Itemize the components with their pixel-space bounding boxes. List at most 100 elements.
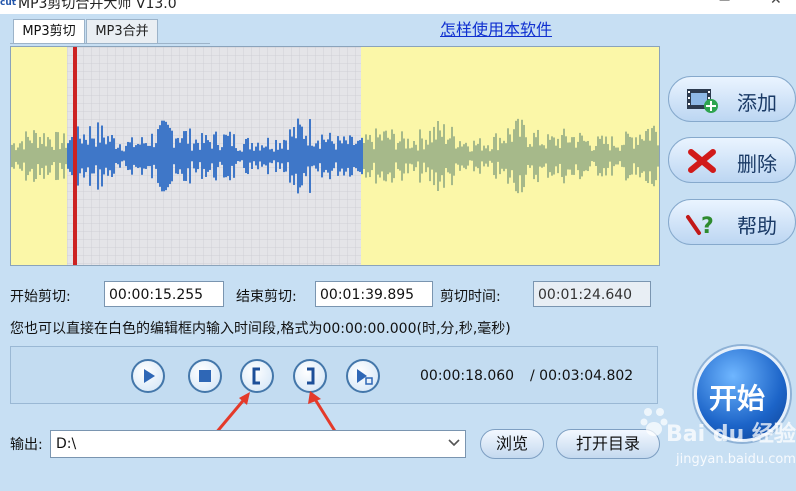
waveform-bar: [141, 137, 143, 175]
help-button[interactable]: ? 帮助: [668, 199, 796, 245]
waveform-bar: [281, 148, 283, 164]
waveform-bar: [45, 146, 47, 166]
waveform-bar: [587, 140, 589, 172]
add-button[interactable]: 添加: [668, 76, 796, 122]
close-icon[interactable]: ✕: [770, 0, 782, 8]
stop-icon: [199, 370, 211, 382]
minimize-icon[interactable]: −: [718, 0, 731, 9]
waveform-bar: [103, 137, 105, 175]
waveform-bar: [215, 131, 217, 181]
waveform-bar: [109, 141, 111, 171]
waveform-bar: [439, 130, 441, 182]
waveform-bar: [69, 140, 71, 172]
waveform-bar: [253, 150, 255, 162]
play-button[interactable]: [131, 359, 165, 393]
waveform-bar: [147, 145, 149, 167]
waveform-bar: [161, 120, 163, 192]
bracket-open-icon: [252, 367, 260, 385]
waveform-bar: [549, 139, 551, 173]
waveform-bar: [479, 138, 481, 174]
waveform-bar: [407, 138, 409, 174]
help-button-label: 帮助: [737, 214, 777, 238]
waveform-bar: [643, 140, 645, 172]
waveform-bar: [421, 138, 423, 174]
output-label: 输出:: [10, 437, 43, 453]
waveform-bar: [509, 134, 511, 178]
waveform-bar: [391, 129, 393, 183]
waveform-bar: [231, 146, 233, 166]
delete-button[interactable]: 删除: [668, 137, 796, 183]
waveform-bar: [25, 131, 27, 181]
waveform-bar: [523, 124, 525, 188]
watermark-url: jingyan.baidu.com: [676, 452, 796, 467]
waveform-bar: [213, 134, 215, 178]
waveform-bar: [15, 150, 17, 162]
waveform-bar: [265, 146, 267, 166]
waveform-bar: [99, 142, 101, 170]
waveform-bar: [101, 125, 103, 187]
chevron-down-icon[interactable]: [444, 430, 464, 456]
waveform-bar: [655, 131, 657, 181]
help-link[interactable]: 怎样使用本软件: [440, 16, 552, 40]
waveform-bar: [91, 138, 93, 174]
waveform-bar: [571, 137, 573, 175]
waveform-bar: [261, 145, 263, 167]
waveform-bar: [605, 136, 607, 176]
waveform-bar: [577, 141, 579, 171]
waveform-bar: [497, 150, 499, 162]
waveform-bar: [369, 134, 371, 178]
waveform-bar: [623, 144, 625, 168]
baidu-watermark: Bai du 经验 jingyan.baidu.com: [640, 398, 796, 478]
waveform-bar: [105, 144, 107, 168]
start-cut-field[interactable]: 00:00:15.255: [104, 281, 224, 307]
waveform-bar: [279, 143, 281, 169]
waveform-bar: [467, 146, 469, 166]
waveform-bar: [325, 142, 327, 170]
waveform-bar: [165, 121, 167, 191]
end-cut-field[interactable]: 00:01:39.895: [315, 281, 433, 307]
waveform-panel[interactable]: [10, 46, 660, 266]
waveform-bar: [351, 136, 353, 176]
waveform-bar: [71, 136, 73, 176]
browse-button[interactable]: 浏览: [480, 429, 544, 459]
start-cut-label: 开始剪切:: [10, 289, 71, 305]
waveform-bar: [53, 149, 55, 163]
waveform-bar: [435, 139, 437, 173]
waveform-bar: [433, 126, 435, 186]
waveform-bar: [251, 142, 253, 170]
waveform-bar: [13, 143, 15, 169]
waveform-bar: [651, 128, 653, 184]
waveform-bar: [295, 138, 297, 174]
waveform-bar: [41, 143, 43, 169]
waveform-bar: [389, 139, 391, 173]
waveform-bar: [507, 128, 509, 184]
waveform-bar: [83, 134, 85, 178]
waveform-bar: [201, 133, 203, 179]
waveform-bar: [31, 143, 33, 169]
waveform-bar: [641, 139, 643, 173]
waveform-bar: [595, 145, 597, 167]
waveform-bar: [159, 125, 161, 187]
current-time: 00:00:18.060: [420, 368, 515, 384]
tab-mp3-cut[interactable]: MP3剪切: [13, 19, 85, 44]
waveform-bar: [589, 145, 591, 167]
waveform-bar: [629, 136, 631, 176]
end-cut-label: 结束剪切:: [236, 289, 297, 305]
waveform-bar: [375, 128, 377, 184]
waveform-bar: [565, 136, 567, 176]
waveform-bar: [429, 130, 431, 182]
waveform-bar: [635, 137, 637, 175]
tab-mp3-merge[interactable]: MP3合并: [86, 19, 158, 44]
waveform-bar: [491, 149, 493, 163]
output-path-select[interactable]: D:\: [50, 430, 466, 458]
waveform-bar: [547, 134, 549, 178]
waveform-bar: [617, 147, 619, 165]
waveform-bar: [377, 137, 379, 175]
paw-logo: [640, 408, 668, 436]
waveform-bar: [143, 143, 145, 169]
waveform-bar: [579, 132, 581, 180]
waveform-bar: [573, 137, 575, 175]
arrow-right-head: [308, 391, 321, 404]
waveform-bar: [317, 140, 319, 172]
waveform-bar: [431, 142, 433, 170]
